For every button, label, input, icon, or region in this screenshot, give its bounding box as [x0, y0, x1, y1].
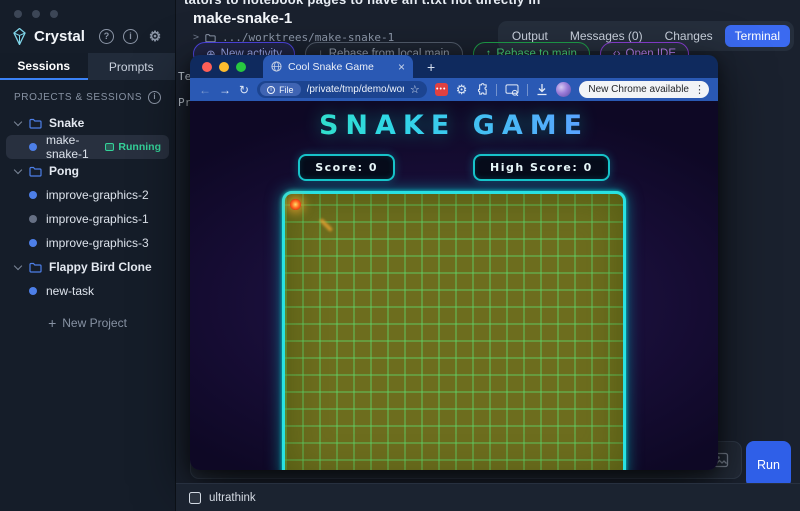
url-text: /private/tmp/demo/worktrees/make-... [307, 84, 404, 95]
back-icon[interactable]: ← [199, 83, 211, 97]
tab-prompts[interactable]: Prompts [88, 53, 176, 80]
project-label: Snake [49, 116, 84, 130]
session-status-dot [29, 239, 37, 247]
sidebar-item-session-new-task[interactable]: new-task [6, 279, 169, 303]
session-label: improve-graphics-3 [46, 236, 149, 250]
help-icon[interactable]: ? [99, 29, 114, 44]
plus-icon: + [48, 315, 56, 331]
chevron-down-icon[interactable] [14, 117, 22, 125]
section-info-icon[interactable]: i [148, 91, 161, 104]
tab-close-icon[interactable]: × [398, 60, 405, 74]
extensions-puzzle-icon[interactable] [475, 83, 488, 96]
crystal-logo-icon [12, 28, 27, 45]
sidebar-item-project-pong[interactable]: Pong [6, 159, 169, 183]
sidebar-item-session-improve-graphics-3[interactable]: improve-graphics-3 [6, 231, 169, 255]
session-status-dot [29, 191, 37, 199]
running-label: Running [118, 141, 161, 153]
high-score-display: High Score: 0 [473, 154, 610, 181]
address-bar[interactable]: i File /private/tmp/demo/worktrees/make-… [257, 81, 427, 98]
browser-tab[interactable]: Cool Snake Game × [263, 55, 413, 78]
window-dot-icon[interactable] [14, 10, 22, 18]
tab-terminal[interactable]: Terminal [725, 25, 790, 47]
project-label: Pong [49, 164, 79, 178]
tab-sessions[interactable]: Sessions [0, 53, 88, 80]
toolbar-divider [496, 84, 497, 96]
session-label: improve-graphics-2 [46, 188, 149, 202]
page-info-icon: i [267, 86, 275, 94]
app-title: Crystal [34, 28, 99, 45]
clipped-terminal-line: tators to notebook pages to have an t.tx… [184, 0, 800, 7]
project-tree: Snake make-snake-1 Running Pong improve [0, 109, 175, 333]
folder-icon [29, 166, 42, 177]
browser-tabstrip: Cool Snake Game × + [190, 55, 718, 78]
session-status-dot [29, 287, 37, 295]
sidebar-item-session-improve-graphics-1[interactable]: improve-graphics-1 [6, 207, 169, 231]
sidebar: Crystal ? i ⚙ Sessions Prompts PROJECTS … [0, 0, 176, 511]
folder-icon [205, 33, 216, 43]
gear-icon[interactable]: ⚙ [147, 29, 163, 44]
sidebar-item-session-make-snake-1[interactable]: make-snake-1 Running [6, 135, 169, 159]
brand-row: Crystal ? i ⚙ [0, 22, 175, 53]
sidebar-item-session-improve-graphics-2[interactable]: improve-graphics-2 [6, 183, 169, 207]
run-button[interactable]: Run [746, 441, 791, 488]
chrome-update-button[interactable]: New Chrome available ⋮ [579, 81, 709, 98]
app-window: Crystal ? i ⚙ Sessions Prompts PROJECTS … [0, 0, 800, 511]
food-dot [290, 199, 301, 210]
close-window-icon[interactable] [202, 62, 212, 72]
url-scheme-chip[interactable]: i File [260, 83, 301, 96]
sidebar-item-project-snake[interactable]: Snake [6, 111, 169, 135]
reload-icon[interactable]: ↻ [239, 83, 249, 97]
window-dot-icon[interactable] [32, 10, 40, 18]
game-title: SNAKE GAME [190, 101, 718, 141]
page-title: make-snake-1 [193, 10, 292, 27]
info-icon[interactable]: i [123, 29, 138, 44]
session-status-dot [29, 143, 37, 151]
profile-avatar[interactable] [556, 82, 571, 97]
bottom-bar: ultrathink [176, 483, 800, 511]
chevron-down-icon[interactable] [14, 165, 22, 173]
new-tab-icon[interactable]: + [427, 59, 435, 75]
toolbar-divider [527, 84, 528, 96]
extension-gear-icon[interactable]: ⚙ [456, 82, 468, 98]
section-title: PROJECTS & SESSIONS [14, 92, 148, 103]
session-label: new-task [46, 284, 94, 298]
screenshot-tool-icon[interactable] [505, 84, 519, 96]
folder-icon [29, 118, 42, 129]
window-dot-icon[interactable] [50, 10, 58, 18]
forward-icon[interactable]: → [219, 83, 231, 97]
ultrathink-label: ultrathink [209, 492, 256, 504]
sidebar-item-project-flappy-bird-clone[interactable]: Flappy Bird Clone [6, 255, 169, 279]
window-controls [0, 0, 175, 22]
globe-favicon-icon [271, 61, 282, 72]
game-board[interactable] [282, 191, 626, 470]
zoom-window-icon[interactable] [236, 62, 246, 72]
extension-red-icon[interactable]: ••• [435, 83, 448, 96]
new-project-button[interactable]: + New Project [6, 315, 169, 331]
sidebar-tabs: Sessions Prompts [0, 53, 175, 80]
session-label: make-snake-1 [46, 133, 95, 161]
ultrathink-checkbox[interactable] [189, 492, 201, 504]
browser-toolbar: ← → ↻ i File /private/tmp/demo/worktrees… [190, 78, 718, 101]
running-icon [105, 143, 114, 151]
score-display: Score: 0 [298, 154, 395, 181]
download-icon[interactable] [536, 83, 548, 96]
new-project-label: New Project [62, 316, 127, 330]
status-badge: Running [105, 141, 161, 153]
browser-tab-title: Cool Snake Game [288, 61, 392, 73]
folder-icon [29, 262, 42, 273]
snake-segment [319, 218, 333, 232]
chevron-down-icon[interactable] [14, 261, 22, 269]
session-label: improve-graphics-1 [46, 212, 149, 226]
section-header: PROJECTS & SESSIONS i [0, 80, 175, 109]
bookmark-star-icon[interactable]: ☆ [410, 83, 420, 96]
project-label: Flappy Bird Clone [49, 260, 152, 274]
session-status-dot [29, 215, 37, 223]
snake-game-page: SNAKE GAME Score: 0 High Score: 0 [190, 101, 718, 470]
browser-window: Cool Snake Game × + ← → ↻ i File /privat… [190, 55, 718, 470]
minimize-window-icon[interactable] [219, 62, 229, 72]
menu-dots-icon[interactable]: ⋮ [694, 83, 705, 96]
score-row: Score: 0 High Score: 0 [190, 154, 718, 181]
